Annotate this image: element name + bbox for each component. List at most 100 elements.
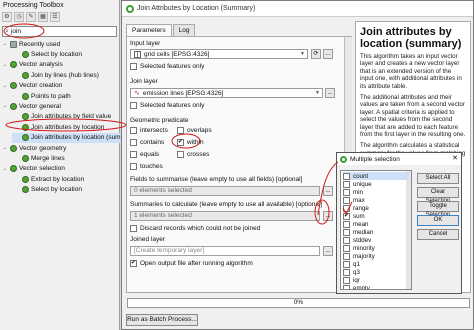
joined-layer-browse-button[interactable]: ... <box>323 246 333 256</box>
close-icon[interactable]: ✕ <box>452 154 458 162</box>
options-icon[interactable]: ☰ <box>50 12 60 22</box>
join-layer-browse-button[interactable]: ... <box>325 88 335 98</box>
ok-button[interactable]: OK <box>417 215 459 226</box>
tree-group-item[interactable]: ⌄ Vector selection <box>2 164 65 174</box>
tree-algorithm-item[interactable]: Merge lines <box>12 153 65 163</box>
tab-log[interactable]: Log <box>172 24 196 36</box>
predicate-overlaps[interactable]: overlaps <box>177 127 212 134</box>
summary-option-item[interactable]: sum <box>343 212 365 220</box>
join-selected-only[interactable]: Selected features only <box>130 102 204 109</box>
summary-option-item[interactable]: max <box>343 196 365 204</box>
tree-group-item[interactable]: ⌄ Vector geometry <box>2 143 66 153</box>
predicate-intersects[interactable]: intersects <box>130 127 168 134</box>
checkbox[interactable] <box>130 63 137 70</box>
checkbox-checked[interactable] <box>177 138 184 146</box>
chevron-down-icon[interactable]: ⌄ <box>2 83 8 89</box>
joined-layer-field[interactable]: [Create temporary layer] <box>130 246 320 256</box>
chevron-down-icon[interactable]: ⌄ <box>2 103 8 109</box>
summary-option-item[interactable]: unique <box>343 180 372 188</box>
clock-icon[interactable]: ◷ <box>14 12 24 22</box>
checkbox[interactable] <box>177 151 184 158</box>
checkbox[interactable] <box>130 127 137 134</box>
checkbox[interactable] <box>130 225 137 232</box>
chevron-down-icon[interactable]: ⌄ <box>2 62 8 68</box>
checkbox[interactable] <box>343 196 350 204</box>
tab-parameters[interactable]: Parameters <box>126 24 172 36</box>
checkbox[interactable] <box>343 236 350 244</box>
tree-algorithm-item[interactable]: Join attributes by location (sum <box>12 132 121 143</box>
tree-algorithm-item[interactable]: Join by lines (hub lines) <box>12 70 99 80</box>
checkbox[interactable] <box>343 188 350 196</box>
tree-group-item[interactable]: ⌄ Vector analysis <box>2 60 63 70</box>
tree-item-label: Vector general <box>19 102 61 110</box>
predicate-touches[interactable]: touches <box>130 163 163 170</box>
tree-group-item[interactable]: ⌄ Recently used <box>2 39 60 49</box>
input-layer-browse-button[interactable]: ... <box>323 49 333 59</box>
checkbox-checked[interactable] <box>130 259 137 267</box>
summary-option-item[interactable]: majority <box>343 252 375 260</box>
list-scrollbar[interactable] <box>406 171 411 289</box>
tree-algorithm-item[interactable]: Select by location <box>12 49 82 59</box>
batch-process-button[interactable]: Run as Batch Process... <box>126 314 198 326</box>
tree-algorithm-item[interactable]: Join attributes by location <box>12 122 104 132</box>
summaries-browse-button[interactable]: ... <box>323 211 333 221</box>
help-paragraph: This algorithm takes an input vector lay… <box>360 53 462 90</box>
checkbox[interactable] <box>343 220 350 228</box>
tree-algorithm-item[interactable]: Points to path <box>12 91 71 101</box>
tree-algorithm-item[interactable]: Extract by location <box>12 174 84 184</box>
summary-option-label: median <box>353 228 374 236</box>
checkbox[interactable] <box>130 139 137 146</box>
fields-browse-button[interactable]: ... <box>323 186 333 196</box>
cancel-button[interactable]: Cancel <box>417 229 459 240</box>
tree-algorithm-item[interactable]: Select by location <box>12 185 82 195</box>
checkbox[interactable] <box>343 260 350 268</box>
checkbox[interactable] <box>343 228 350 236</box>
iterate-icon[interactable]: ⟳ <box>311 49 321 59</box>
checkbox[interactable] <box>343 204 350 212</box>
summary-option-item[interactable]: count <box>343 172 409 180</box>
checkbox[interactable] <box>130 151 137 158</box>
join-layer-combo[interactable]: ∿ emission lines [EPSG:4326] ▼ <box>130 88 323 98</box>
summary-option-item[interactable]: q1 <box>343 260 360 268</box>
predicate-within[interactable]: within <box>177 138 204 146</box>
discard-records-checkbox[interactable]: Discard records which could not be joine… <box>130 225 260 232</box>
summary-option-item[interactable]: iqr <box>343 276 360 284</box>
checkbox[interactable] <box>343 180 350 188</box>
model-icon[interactable]: ▦ <box>38 12 48 22</box>
predicate-equals[interactable]: equals <box>130 151 159 158</box>
toolbox-search-input[interactable]: ⌕ join <box>2 26 117 37</box>
chevron-down-icon[interactable]: ⌄ <box>2 166 8 172</box>
summary-option-item[interactable]: mean <box>343 220 368 228</box>
checkbox[interactable] <box>343 244 350 252</box>
summary-option-item[interactable]: min <box>343 188 363 196</box>
clear-selection-button[interactable]: Clear Selection <box>417 187 459 204</box>
predicate-contains[interactable]: contains <box>130 139 164 146</box>
checkbox[interactable] <box>130 102 137 109</box>
checkbox[interactable] <box>343 252 350 260</box>
summary-option-item[interactable]: empty <box>343 284 370 289</box>
predicate-crosses[interactable]: crosses <box>177 151 209 158</box>
summary-option-item[interactable]: q3 <box>343 268 360 276</box>
chevron-down-icon[interactable]: ⌄ <box>2 145 8 151</box>
tree-group-item[interactable]: ⌄ Vector creation <box>2 81 62 91</box>
summary-option-item[interactable]: stddev <box>343 236 371 244</box>
checkbox[interactable] <box>343 284 350 289</box>
checkbox-checked[interactable] <box>343 212 350 220</box>
select-all-button[interactable]: Select All <box>417 173 459 184</box>
checkbox[interactable] <box>343 268 350 276</box>
input-selected-only[interactable]: Selected features only <box>130 63 204 70</box>
chevron-down-icon[interactable]: ⌄ <box>2 41 8 47</box>
checkbox[interactable] <box>177 127 184 134</box>
checkbox[interactable] <box>343 172 350 180</box>
input-layer-combo[interactable]: grid cells [EPSG:4326] ▼ <box>130 49 308 59</box>
checkbox[interactable] <box>343 276 350 284</box>
gear-icon[interactable]: ⚙ <box>2 12 12 22</box>
summary-option-item[interactable]: median <box>343 228 373 236</box>
tree-group-item[interactable]: ⌄ Vector general <box>2 101 61 111</box>
open-output-checkbox[interactable]: Open output file after running algorithm <box>130 259 253 267</box>
toggle-selection-button[interactable]: Toggle Selection <box>417 201 459 218</box>
python-icon[interactable]: ✎ <box>26 12 36 22</box>
summary-option-item[interactable]: minority <box>343 244 375 252</box>
tree-algorithm-item[interactable]: Join attributes by field value <box>12 112 111 122</box>
checkbox[interactable] <box>130 163 137 170</box>
